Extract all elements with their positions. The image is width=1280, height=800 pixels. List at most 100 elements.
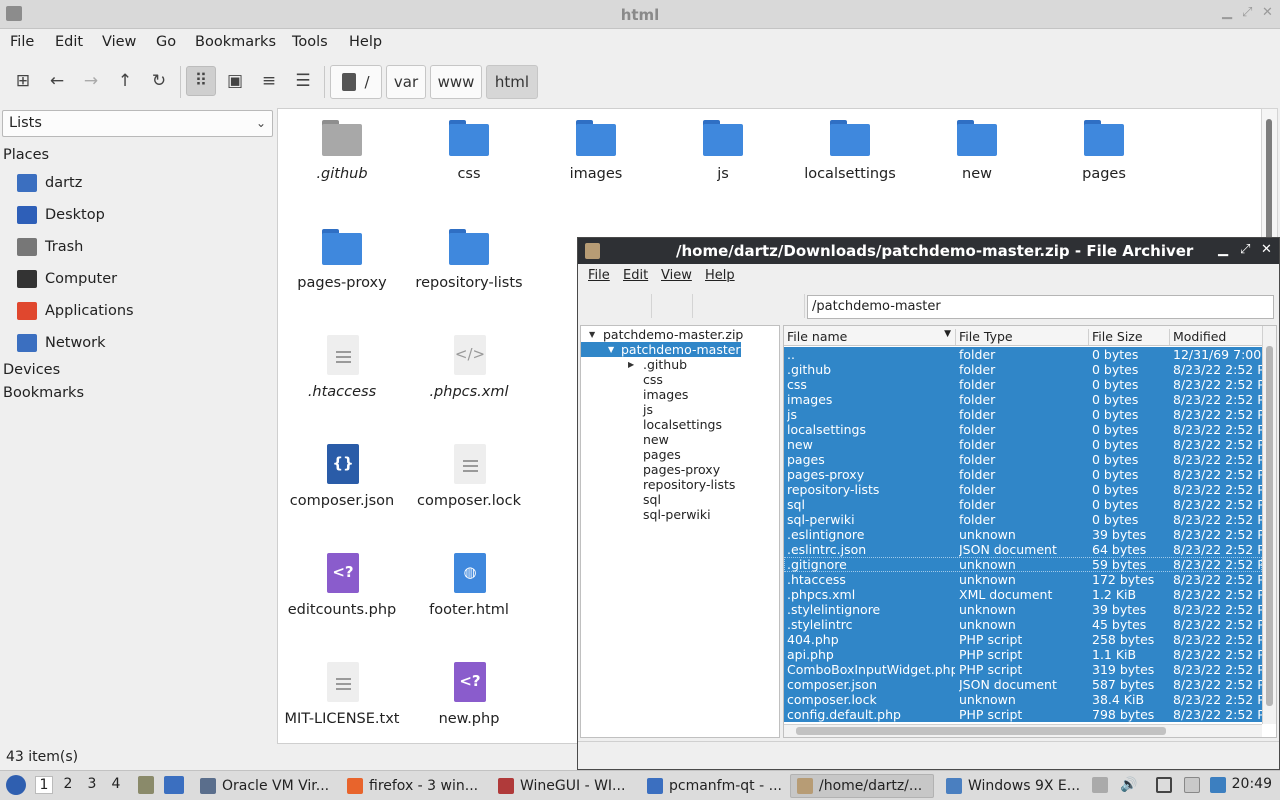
tree-node[interactable]: localsettings	[643, 417, 722, 432]
scrollbar-thumb[interactable]	[796, 727, 1166, 735]
taskbar-task[interactable]: pcmanfm-qt - ...	[641, 774, 783, 798]
workspace-2[interactable]: 2	[59, 776, 77, 792]
column-header-modified[interactable]: Modified	[1170, 329, 1262, 345]
table-row[interactable]: .phpcs.xml XML document 1.2 KiB 8/23/22 2:5…	[784, 587, 1262, 602]
new-tab-icon[interactable]: ⊞	[8, 66, 38, 96]
scrollbar-thumb[interactable]	[1266, 346, 1273, 706]
table-row[interactable]: .htaccess unknown 172 bytes 8/23/22 2:52 PM	[784, 572, 1262, 587]
back-icon[interactable]: ←	[42, 66, 72, 96]
file-item[interactable]: composer.lock	[407, 438, 531, 538]
breadcrumb-var[interactable]: var	[386, 65, 426, 99]
table-row[interactable]: localsettings folder 0 bytes 8/23/22 2:52 P…	[784, 422, 1262, 437]
side-pane-selector[interactable]: Lists ⌄	[2, 110, 273, 137]
table-row[interactable]: .gitignore unknown 59 bytes 8/23/22 2:52 PM	[784, 557, 1262, 572]
sidebar-item-computer[interactable]: Computer	[17, 266, 117, 292]
table-row[interactable]: .stylelintignore unknown 39 bytes 8/23/22 2…	[784, 602, 1262, 617]
file-item[interactable]: </> .phpcs.xml	[407, 329, 531, 429]
devices-heading[interactable]: Devices	[3, 362, 60, 378]
forward-icon[interactable]: →	[76, 66, 106, 96]
file-item[interactable]: css	[407, 111, 531, 211]
reload-icon[interactable]: ↻	[144, 66, 174, 96]
file-item[interactable]: {} composer.json	[280, 438, 404, 538]
minimize-icon[interactable]: ▁	[1218, 242, 1228, 257]
minimize-icon[interactable]: ▁	[1222, 5, 1232, 20]
clock[interactable]: 20:49	[1232, 776, 1272, 792]
file-item[interactable]: new	[915, 111, 1039, 211]
sidebar-item-applications[interactable]: Applications	[17, 298, 134, 324]
thumbnail-view-icon[interactable]: ▣	[220, 66, 250, 96]
taskbar-task[interactable]: firefox - 3 win...	[341, 774, 485, 798]
volume-icon[interactable]: 🔊	[1120, 777, 1137, 793]
tree-node[interactable]: .github	[643, 357, 687, 372]
file-manager-launcher-icon[interactable]	[138, 776, 154, 794]
expand-arrow-icon[interactable]: ▼	[608, 345, 614, 354]
tree-node[interactable]: pages	[643, 447, 681, 462]
menu-view[interactable]: View	[102, 34, 136, 50]
taskbar-task[interactable]: Oracle VM Vir...	[194, 774, 334, 798]
tree-node[interactable]: sql-perwiki	[643, 507, 711, 522]
menu-edit[interactable]: Edit	[55, 34, 83, 50]
breadcrumb-root[interactable]: /	[330, 65, 382, 99]
menu-file[interactable]: File	[10, 34, 34, 50]
bookmarks-heading[interactable]: Bookmarks	[3, 385, 84, 401]
table-row[interactable]: ComboBoxInputWidget.php PHP script 319 byt…	[784, 662, 1262, 677]
start-menu-icon[interactable]	[6, 775, 26, 795]
table-row[interactable]: pages-proxy folder 0 bytes 8/23/22 2:52 PM	[784, 467, 1262, 482]
file-item[interactable]: repository-lists	[407, 220, 531, 320]
file-item[interactable]: js	[661, 111, 785, 211]
table-row[interactable]: composer.lock unknown 38.4 KiB 8/23/22 2:52…	[784, 692, 1262, 707]
table-row[interactable]: sql-perwiki folder 0 bytes 8/23/22 2:52 PM	[784, 512, 1262, 527]
archive-file-list[interactable]: File name ▼ File Type File Size Modified …	[783, 325, 1277, 738]
table-row[interactable]: config.default.php PHP script 798 bytes 8/2…	[784, 707, 1262, 722]
archiver-menu-help[interactable]: Help	[705, 268, 735, 283]
file-item[interactable]: .github	[280, 111, 404, 211]
tree-node[interactable]: js	[643, 402, 653, 417]
network-tray-icon[interactable]	[1156, 777, 1172, 793]
workspace-1[interactable]: 1	[35, 776, 53, 794]
update-notifier-icon[interactable]	[1210, 777, 1226, 793]
tray-arrow-icon[interactable]	[1092, 777, 1108, 793]
file-item[interactable]: pages-proxy	[280, 220, 404, 320]
menu-bookmarks[interactable]: Bookmarks	[195, 34, 276, 50]
table-row[interactable]: new folder 0 bytes 8/23/22 2:52 PM	[784, 437, 1262, 452]
tree-node[interactable]: repository-lists	[643, 477, 735, 492]
sidebar-item-trash[interactable]: Trash	[17, 234, 83, 260]
tree-node[interactable]: new	[643, 432, 669, 447]
table-row[interactable]: .. folder 0 bytes 12/31/69 7:00 P	[784, 347, 1262, 362]
file-item[interactable]: .htaccess	[280, 329, 404, 429]
archiver-menu-edit[interactable]: Edit	[623, 268, 648, 283]
sidebar-item-desktop[interactable]: Desktop	[17, 202, 105, 228]
maximize-icon[interactable]: ⤢	[1242, 5, 1252, 20]
file-item[interactable]: <? editcounts.php	[280, 547, 404, 647]
file-list-vscrollbar[interactable]	[1262, 326, 1276, 724]
table-row[interactable]: composer.json JSON document 587 bytes 8/23/…	[784, 677, 1262, 692]
file-item[interactable]: images	[534, 111, 658, 211]
icon-view-icon[interactable]: ⠿	[186, 66, 216, 96]
column-header-file-size[interactable]: File Size	[1089, 329, 1170, 345]
compact-view-icon[interactable]: ≡	[254, 66, 284, 96]
close-icon[interactable]: ✕	[1261, 242, 1272, 257]
taskbar-task[interactable]: Windows 9X E...	[940, 774, 1086, 798]
file-item[interactable]: <? new.php	[407, 656, 531, 743]
table-row[interactable]: images folder 0 bytes 8/23/22 2:52 PM	[784, 392, 1262, 407]
up-icon[interactable]: ↑	[110, 66, 140, 96]
table-row[interactable]: .github folder 0 bytes 8/23/22 2:52 PM	[784, 362, 1262, 377]
tree-node[interactable]: images	[643, 387, 688, 402]
tree-node[interactable]: css	[643, 372, 663, 387]
tree-node[interactable]: sql	[643, 492, 661, 507]
archiver-menu-file[interactable]: File	[588, 268, 610, 283]
breadcrumb-html[interactable]: html	[486, 65, 538, 99]
menu-go[interactable]: Go	[156, 34, 176, 50]
menu-tools[interactable]: Tools	[292, 34, 328, 50]
menu-help[interactable]: Help	[349, 34, 382, 50]
table-row[interactable]: pages folder 0 bytes 8/23/22 2:52 PM	[784, 452, 1262, 467]
archiver-menu-view[interactable]: View	[661, 268, 692, 283]
collapse-arrow-icon[interactable]: ▶	[628, 360, 634, 369]
table-row[interactable]: .eslintrc.json JSON document 64 bytes 8/23/…	[784, 542, 1262, 557]
tree-node-selected[interactable]: patchdemo-master	[581, 342, 741, 357]
sidebar-item-dartz[interactable]: dartz	[17, 170, 82, 196]
close-icon[interactable]: ✕	[1262, 5, 1273, 20]
table-row[interactable]: api.php PHP script 1.1 KiB 8/23/22 2:52 PM	[784, 647, 1262, 662]
workspace-3[interactable]: 3	[83, 776, 101, 792]
clipboard-icon[interactable]	[1184, 777, 1200, 793]
